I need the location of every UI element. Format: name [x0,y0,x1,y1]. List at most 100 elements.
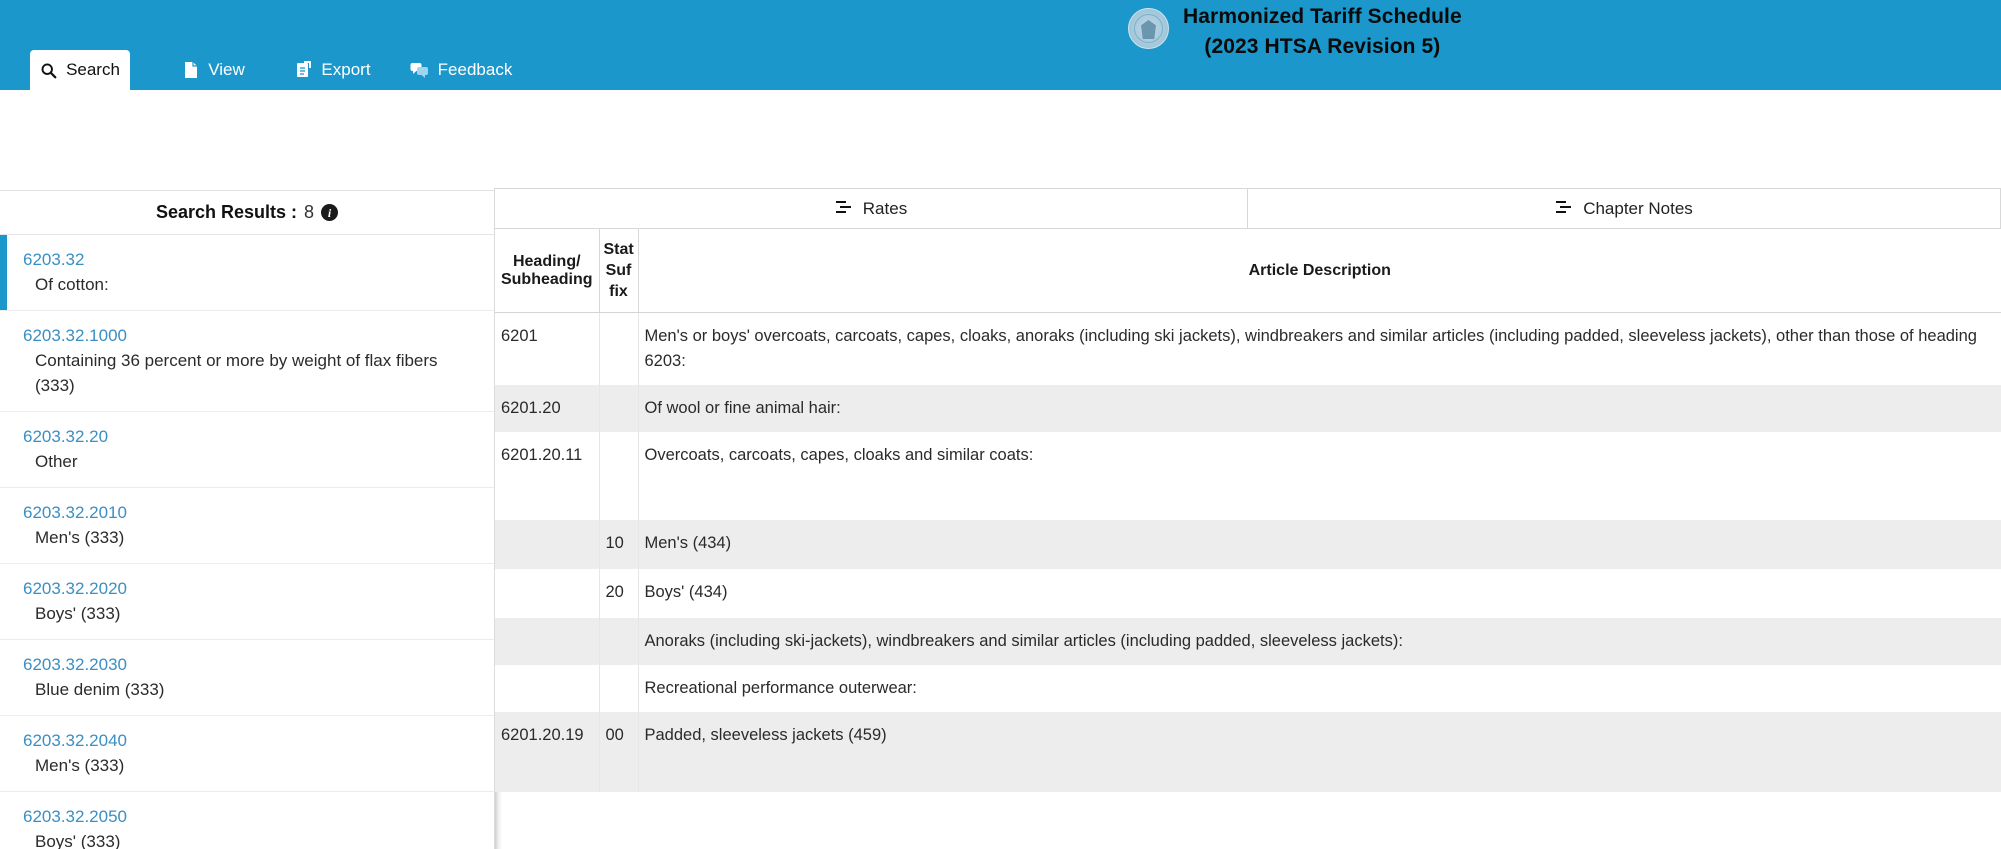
tab-search-label: Search [66,60,120,79]
search-result-item[interactable]: 6203.32 Of cotton: [0,235,494,311]
search-results-count: 8 [304,202,315,222]
list-lines-icon [1555,199,1572,219]
search-result-description: Blue denim (333) [35,680,165,699]
cell-stat-suffix: 00 [599,712,639,792]
main-tab-bar: Search View Export Feedback [0,50,2001,90]
cell-heading-subheading [495,618,600,665]
search-result-code[interactable]: 6203.32.20 [23,424,478,449]
search-result-item[interactable]: 6203.32.20 Other [0,412,494,488]
table-row: 6201.20.11 Overcoats, carcoats, capes, cl… [495,432,2001,520]
cell-stat-suffix [599,385,639,432]
column-header-suffix-line1: Stat [603,241,634,258]
tab-rates[interactable]: Rates [494,188,1248,229]
search-icon [40,62,57,79]
document-icon [183,61,199,79]
tab-export[interactable]: Export [280,50,386,90]
cell-heading-subheading [495,665,600,712]
search-result-item[interactable]: 6203.32.2040 Men's (333) [0,716,494,792]
cell-heading-subheading: 6201.20.19 [495,712,600,792]
tariff-table-header: Heading/ Subheading Stat Suf fix Article… [495,229,2001,313]
search-result-code[interactable]: 6203.32.2020 [23,576,478,601]
cell-heading-subheading: 6201.20 [495,385,600,432]
cell-article-description: Recreational performance outerwear: [638,665,2001,712]
export-icon [295,61,312,79]
table-row: 6201.20 Of wool or fine animal hair: [495,385,2001,432]
search-result-item[interactable]: 6203.32.2010 Men's (333) [0,488,494,564]
cell-article-description: Anoraks (including ski-jackets), windbre… [638,618,2001,665]
tab-feedback[interactable]: Feedback [400,50,522,90]
column-header-stat-suffix: Stat Suf fix [599,229,639,313]
search-result-code[interactable]: 6203.32.2040 [23,728,478,753]
cell-heading-subheading: 6201.20.11 [495,432,600,520]
cell-stat-suffix [599,432,639,520]
cell-article-description: Boys' (434) [638,569,2001,618]
cell-article-description: Men's or boys' overcoats, carcoats, cape… [638,312,2001,385]
detail-tab-bar: Rates Chapter Notes [494,188,2001,229]
cell-article-description: Men's (434) [638,520,2001,569]
search-result-description: Men's (333) [35,528,125,547]
search-result-item[interactable]: 6203.32.2050 Boys' (333) [0,792,494,849]
column-header-suffix-line2: Suf [605,262,632,279]
table-row: 10 Men's (434) [495,520,2001,569]
tab-search[interactable]: Search [30,50,130,90]
cell-stat-suffix: 20 [599,569,639,618]
search-results-header: Search Results : 8 i [0,191,494,235]
cell-article-description: Padded, sleeveless jackets (459) [638,712,2001,792]
tab-chapter-notes[interactable]: Chapter Notes [1248,188,2001,229]
search-results-list: 6203.32 Of cotton: 6203.32.1000 Containing … [0,235,494,849]
app-title: Harmonized Tariff Schedule (2023 HTSA Re… [1183,2,1462,62]
search-zone: 6203320332 Search [0,90,2001,256]
column-header-heading-line1: Heading/ [512,252,581,270]
tariff-table-container: Heading/ Subheading Stat Suf fix Article… [494,229,2001,849]
tariff-table-body: 6201 Men's or boys' overcoats, carcoats, … [495,312,2001,792]
search-result-description: Men's (333) [35,756,125,775]
tab-view-label: View [208,60,245,79]
cell-heading-subheading [495,569,600,618]
tab-feedback-label: Feedback [437,60,513,79]
search-results-panel: Search Results : 8 i 6203.32 Of cotton: 62… [0,190,494,849]
info-icon[interactable]: i [321,204,339,221]
column-header-heading-subheading: Heading/ Subheading [495,229,600,313]
search-result-description: Boys' (333) [35,604,121,623]
cell-stat-suffix [599,618,639,665]
cell-stat-suffix [599,665,639,712]
app-title-line1: Harmonized Tariff Schedule [1183,5,1462,28]
search-result-item[interactable]: 6203.32.1000 Containing 36 percent or mor… [0,311,494,412]
search-results-title: Search Results : [155,202,298,222]
cell-article-description: Of wool or fine animal hair: [638,385,2001,432]
table-row: 6201 Men's or boys' overcoats, carcoats, … [495,312,2001,385]
search-result-description: Containing 36 percent or more by weight … [35,351,438,395]
tab-chapter-notes-label: Chapter Notes [1583,198,1693,218]
search-result-code[interactable]: 6203.32 [23,247,478,272]
brand: Harmonized Tariff Schedule (2023 HTSA Re… [1128,2,1462,62]
table-row: Anoraks (including ski-jackets), windbre… [495,618,2001,665]
search-result-code[interactable]: 6203.32.2050 [23,804,478,829]
tab-view[interactable]: View [168,50,260,90]
cell-stat-suffix: 10 [599,520,639,569]
search-result-description: Other [35,452,78,471]
table-row: 20 Boys' (434) [495,569,2001,618]
cell-stat-suffix [599,312,639,385]
tariff-table: Heading/ Subheading Stat Suf fix Article… [495,229,2001,792]
us-itc-seal-icon [1128,8,1169,49]
table-row: Recreational performance outerwear: [495,665,2001,712]
tab-export-label: Export [321,60,371,79]
table-row: 6201.20.19 00 Padded, sleeveless jackets (… [495,712,2001,792]
list-lines-icon [835,199,852,219]
cell-article-description: Overcoats, carcoats, capes, cloaks and s… [638,432,2001,520]
search-result-item[interactable]: 6203.32.2030 Blue denim (333) [0,640,494,716]
search-result-code[interactable]: 6203.32.2030 [23,652,478,677]
detail-panel: Rates Chapter Notes Heading/ Subheading … [494,188,2001,849]
search-result-description: Of cotton: [35,275,109,294]
comments-icon [410,62,429,78]
tab-rates-label: Rates [862,198,908,218]
column-header-heading-line2: Subheading [500,270,593,288]
search-result-code[interactable]: 6203.32.1000 [23,323,478,348]
cell-heading-subheading [495,520,600,569]
search-result-description: Boys' (333) [35,832,121,849]
search-result-code[interactable]: 6203.32.2010 [23,500,478,525]
search-result-item[interactable]: 6203.32.2020 Boys' (333) [0,564,494,640]
cell-heading-subheading: 6201 [495,312,600,385]
column-header-article-description: Article Description [638,229,2001,313]
column-header-suffix-line3: fix [609,283,628,300]
